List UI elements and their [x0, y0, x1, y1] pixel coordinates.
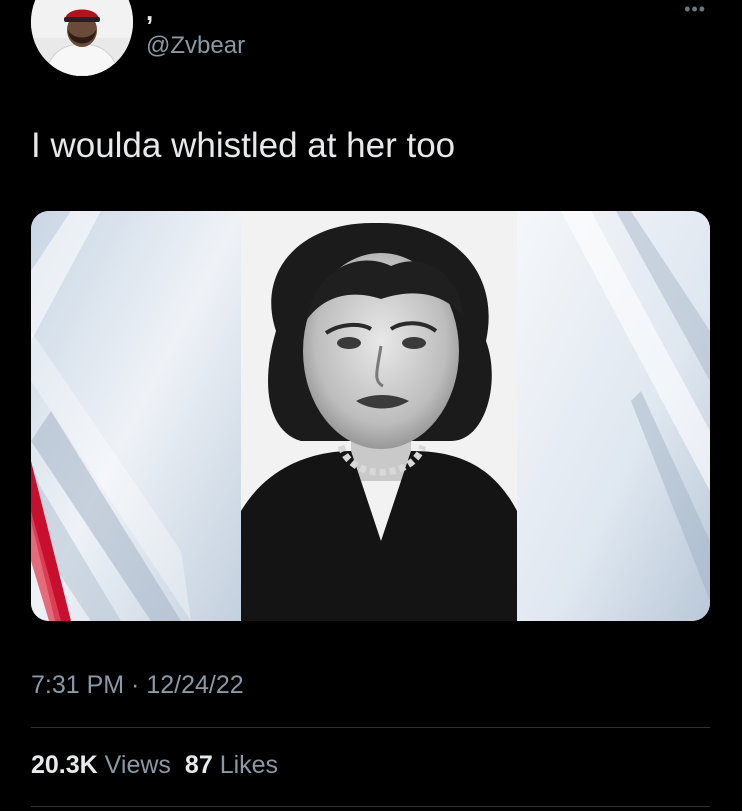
tweet-stats: 20.3K Views 87 Likes — [31, 750, 278, 780]
views-stat[interactable]: 20.3K Views — [31, 751, 171, 779]
tweet-text: I woulda whistled at her too — [31, 126, 456, 165]
views-label: Views — [104, 751, 171, 779]
likes-stat[interactable]: 87 Likes — [185, 751, 278, 779]
user-handle[interactable]: @Zvbear — [146, 31, 245, 61]
tweet-media[interactable] — [31, 211, 710, 621]
divider — [31, 727, 710, 728]
tweet-photo — [31, 211, 710, 621]
tweet-timestamp[interactable]: 7:31 PM · 12/24/22 — [31, 670, 244, 700]
display-name[interactable]: , — [146, 0, 153, 26]
divider — [31, 806, 710, 807]
views-count: 20.3K — [31, 751, 98, 779]
likes-count: 87 — [184, 751, 213, 779]
avatar[interactable] — [31, 0, 133, 76]
avatar-image — [31, 0, 133, 76]
more-horizontal-icon[interactable]: ••• — [684, 0, 706, 18]
likes-label: Likes — [219, 751, 279, 779]
